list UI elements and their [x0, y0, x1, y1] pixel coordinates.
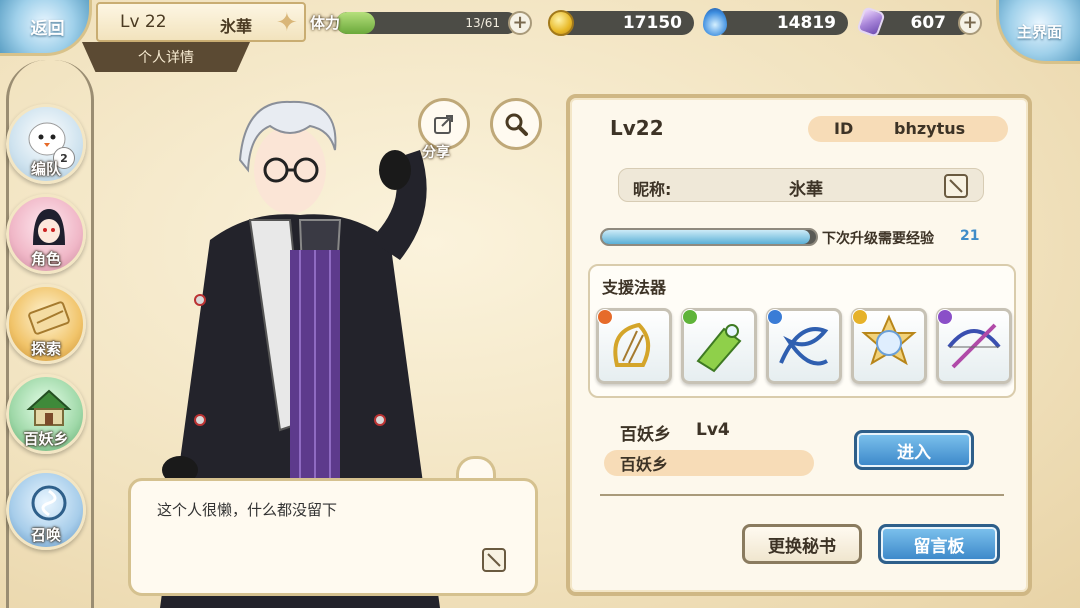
add-stamina-button[interactable]: + [508, 11, 532, 35]
menu-explore-button[interactable]: 探索 [6, 284, 86, 364]
menu-character-button[interactable]: 角色 [6, 194, 86, 274]
coin-counter: 17150 [556, 11, 694, 35]
menu-village-button[interactable]: 百妖乡 [6, 374, 86, 454]
element-fire-icon [597, 309, 613, 325]
id-label: ID [834, 119, 854, 138]
blue-flame-icon [703, 8, 727, 36]
signature-text: 这个人很懒，什么都没留下 [157, 501, 338, 519]
enter-label: 进入 [897, 442, 931, 463]
nickname-box: 昵称: 氷華 [618, 168, 984, 202]
village-pill-label: 百妖乡 [620, 455, 669, 474]
scroll-map-icon [28, 301, 70, 335]
artifact-slot-2[interactable] [681, 308, 757, 384]
back-label: 返回 [30, 19, 65, 39]
enter-village-button[interactable]: 进入 [854, 430, 974, 470]
artifact-slot-5[interactable] [936, 308, 1012, 384]
change-secretary-label: 更换秘书 [768, 536, 836, 557]
menu-character-label: 角色 [30, 250, 61, 268]
share-icon [434, 115, 453, 134]
summon-swirl-icon [31, 485, 67, 521]
village-house-icon [26, 389, 72, 426]
stamina-bar: 13/61 [336, 12, 518, 34]
magnifier-icon [505, 113, 528, 136]
stamina-label: 体力 [310, 14, 341, 32]
exp-bar [600, 228, 818, 246]
menu-village-label: 百妖乡 [23, 430, 69, 448]
message-board-label: 留言板 [913, 536, 965, 557]
element-water-icon [767, 309, 783, 325]
menu-team-label: 编队 [30, 160, 61, 178]
divider [600, 494, 1004, 496]
player-level: Lv 22 [120, 12, 167, 32]
player-plate: Lv 22 氷華 ✦ [96, 2, 306, 42]
exp-value: 21 [960, 228, 980, 244]
support-title: 支援法器 [602, 278, 667, 297]
nickname-label: 昵称: [633, 180, 672, 199]
add-gems-button[interactable]: + [958, 11, 982, 35]
profile-panel: Lv22 ID bhzytus 昵称: 氷華 下次升级需要经验 21 支援法器 [566, 94, 1032, 596]
message-board-button[interactable]: 留言板 [878, 524, 1000, 564]
village-pill: 百妖乡 [604, 450, 814, 476]
support-artifacts-box: 支援法器 [588, 264, 1016, 398]
coin-value: 17150 [622, 13, 682, 33]
detail-tab-label: 个人详情 [138, 50, 194, 66]
village-level: Lv4 [696, 420, 730, 440]
star-ornament-icon: ✦ [276, 8, 298, 38]
menu-team-button[interactable]: 2 编队 [6, 104, 86, 184]
menu-summon-button[interactable]: 召唤 [6, 470, 86, 550]
player-id-pill: ID bhzytus [808, 116, 1008, 142]
back-button[interactable]: 返回 [0, 0, 92, 56]
element-light-icon [852, 309, 868, 325]
change-secretary-button[interactable]: 更换秘书 [742, 524, 862, 564]
home-button[interactable]: 主界面 [996, 0, 1080, 64]
profile-level: Lv22 [610, 116, 664, 140]
spirit-value: 14819 [776, 13, 836, 33]
menu-explore-label: 探索 [30, 340, 61, 358]
coin-icon [548, 10, 574, 36]
stamina-fill [336, 12, 375, 34]
exp-fill [602, 230, 810, 244]
edit-signature-icon[interactable] [481, 547, 507, 573]
signature-bubble: 这个人很懒，什么都没留下 [128, 478, 538, 596]
share-label: 分享 [422, 145, 450, 161]
spirit-counter: 14819 [712, 11, 848, 35]
home-label: 主界面 [1016, 23, 1062, 41]
menu-summon-label: 召唤 [30, 526, 61, 544]
edit-nickname-icon[interactable] [943, 173, 969, 199]
village-name: 百妖乡 [620, 425, 671, 445]
artifact-slot-3[interactable] [766, 308, 842, 384]
player-name: 氷華 [220, 17, 253, 36]
detail-tab: 个人详情 [82, 42, 250, 72]
gem-value: 607 [910, 13, 947, 33]
element-dark-icon [937, 309, 953, 325]
character-portrait-icon [33, 209, 65, 245]
stamina-text: 13/61 [465, 16, 500, 30]
nickname-value: 氷華 [789, 180, 823, 200]
element-wind-icon [682, 309, 698, 325]
exp-label: 下次升级需要经验 [822, 231, 934, 247]
id-value: bhzytus [894, 119, 966, 138]
artifact-slot-1[interactable] [596, 308, 672, 384]
zoom-button[interactable] [490, 98, 542, 150]
artifact-slot-4[interactable] [851, 308, 927, 384]
